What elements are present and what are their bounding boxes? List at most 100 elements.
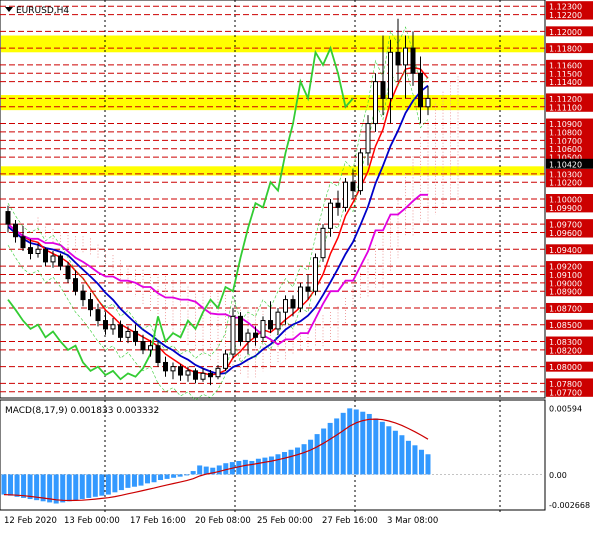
time-label: 20 Feb 08:00 [195,516,251,526]
macd-bar [138,474,144,486]
candle-body [200,372,206,380]
highlight-zone [1,35,544,53]
macd-bar [412,445,418,475]
macd-bar [249,460,255,475]
macd-bar [1,474,7,495]
candle-body [148,345,153,351]
candle-body [88,299,93,311]
price-label: 1.08000 [549,363,582,372]
macd-bar [105,474,111,495]
symbol-label: EURUSD,H4 [16,6,69,16]
price-label: 1.09400 [549,246,582,255]
candle-body [298,286,303,309]
macd-bar [60,474,66,503]
price-label: 1.08200 [549,346,582,355]
macd-bar [145,474,151,484]
macd-bar [125,474,131,488]
macd-bar [308,439,314,475]
macd-bar [27,474,33,500]
candle-body [118,324,123,338]
current-price-label: 1.10420 [549,160,582,169]
candle-body [28,247,33,254]
macd-bar [379,421,385,475]
macd-bar [340,412,346,475]
macd-bar [66,474,72,502]
candle-body [410,47,416,74]
macd-axis-label: -0.002668 [549,501,590,510]
macd-bar [242,459,248,475]
macd-axis-label: 0.00594 [549,404,582,413]
macd-bar [112,474,118,493]
candle-body [260,320,266,338]
price-label: 1.10200 [549,179,582,188]
candle-body [140,341,146,351]
candle-body [5,211,11,225]
highlight-zone [1,95,544,111]
macd-bar [131,474,137,487]
macd-label: MACD(8,17,9) 0.001833 0.003332 [5,406,159,416]
candle-body [403,47,408,66]
candle-body [43,248,48,263]
macd-bar [425,454,431,475]
candle-body [395,51,401,66]
price-label: 1.09600 [549,229,582,238]
macd-bar [405,440,411,475]
macd-bar [177,474,183,477]
time-label: 25 Feb 00:00 [257,516,313,526]
time-label: 13 Feb 00:00 [64,516,120,526]
candle-body [163,361,168,372]
price-label: 1.12000 [549,28,582,37]
macd-bar [301,444,307,475]
time-label: 3 Mar 08:00 [387,516,438,526]
macd-bar [216,465,222,475]
candle-body [215,367,221,378]
candle-body [58,255,63,267]
candle-body [320,227,326,259]
macd-bar [34,474,40,501]
candle-body [80,290,86,301]
price-label: 1.11400 [549,78,582,87]
macd-bar [171,474,177,478]
candle-body [223,353,228,369]
macd-bar [268,456,274,475]
candle-body [185,370,191,376]
candle-body [305,286,311,292]
candle-body [95,309,101,322]
candle-body [380,81,386,99]
candle-body [343,181,348,208]
price-label: 1.11800 [549,45,582,54]
macd-bar [366,413,372,475]
macd-bar [373,418,379,475]
macd-bar [151,474,157,483]
candle-body [358,152,363,192]
macd-bar [79,474,85,500]
macd-bar [295,447,301,475]
candle-body [65,265,71,280]
macd-bar [399,435,405,475]
macd-bar [281,452,287,475]
macd-bar [321,428,327,475]
candle-body [313,257,318,292]
macd-bar [262,457,268,475]
candle-body [35,248,41,254]
candle-body [283,299,288,313]
chart-window[interactable]: 0.00594 0.00 -0.002668 1.12300 1.12200 1.120… [0,0,594,529]
candle-body [73,278,78,292]
macd-bar [21,474,27,498]
candle-body [110,324,116,330]
macd-bar [118,474,124,491]
macd-bar [418,449,424,475]
macd-bar [92,474,98,497]
candle-body [350,181,356,192]
time-label: 12 Feb 2020 [4,516,57,526]
candle-body [13,223,18,238]
macd-bar [158,474,164,481]
price-label: 1.07700 [549,388,582,397]
price-label: 1.08700 [549,304,582,313]
candle-body [335,202,341,208]
candle-body [125,330,131,338]
macd-bar [334,418,340,475]
candle-body [208,372,213,378]
macd-bar [99,474,105,496]
candle-body [425,97,431,108]
